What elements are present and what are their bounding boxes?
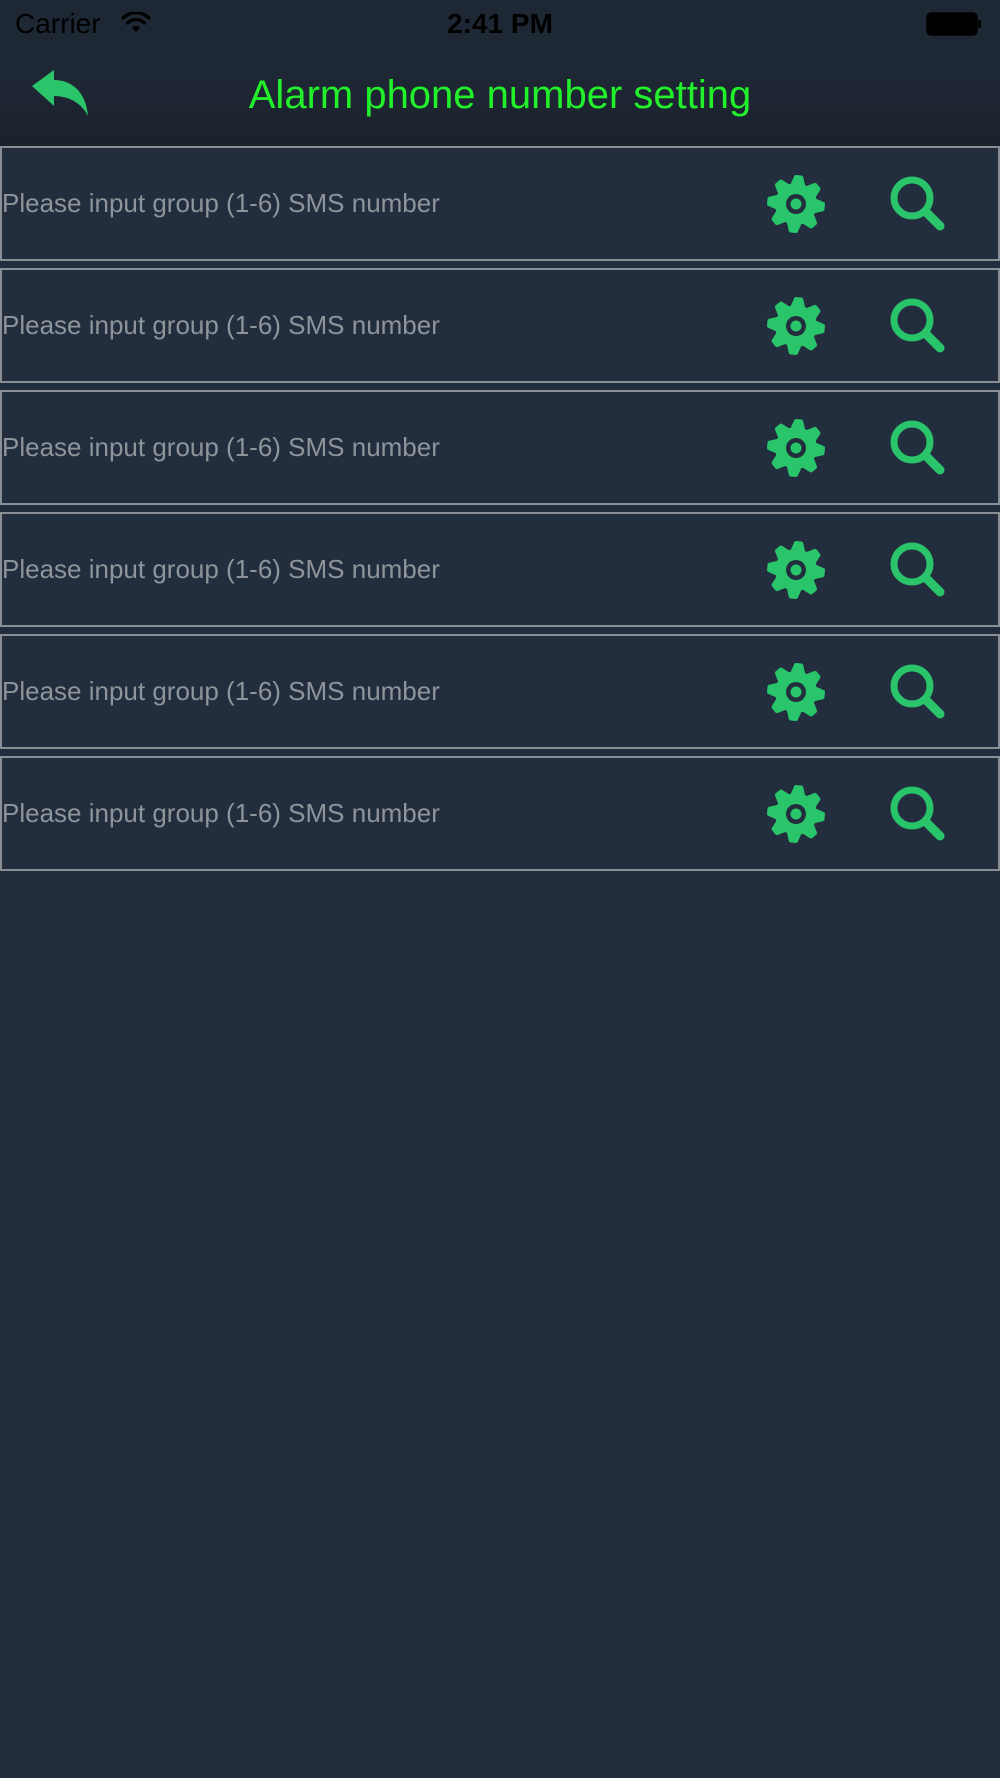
sms-number-row [0,512,1000,627]
battery-icon [926,12,981,36]
sms-number-input[interactable] [2,514,742,625]
sms-number-row [0,268,1000,383]
sms-number-row [0,146,1000,261]
sms-number-input[interactable] [2,270,742,381]
set-button[interactable] [764,172,828,236]
query-button[interactable] [886,172,950,236]
status-bar: Carrier 2:41 PM [0,0,1000,50]
set-button[interactable] [764,660,828,724]
status-time: 2:41 PM [447,8,553,39]
search-icon [890,420,945,475]
set-button[interactable] [764,538,828,602]
navigation-bar: Alarm phone number setting [0,50,1000,146]
gear-icon [767,175,825,233]
gear-icon [767,297,825,355]
query-button[interactable] [886,538,950,602]
search-icon [890,542,945,597]
gear-icon [767,419,825,477]
sms-number-input[interactable] [2,392,742,503]
search-icon [890,298,945,353]
set-button[interactable] [764,782,828,846]
search-icon [890,664,945,719]
sms-number-input[interactable] [2,636,742,747]
gear-icon [767,663,825,721]
sms-number-list [0,146,1000,878]
search-icon [890,786,945,841]
query-button[interactable] [886,660,950,724]
sms-number-row [0,390,1000,505]
page-title: Alarm phone number setting [248,73,752,117]
query-button[interactable] [886,782,950,846]
gear-icon [767,541,825,599]
sms-number-row [0,756,1000,871]
query-button[interactable] [886,294,950,358]
query-button[interactable] [886,416,950,480]
sms-number-input[interactable] [2,148,742,259]
sms-number-input[interactable] [2,758,742,869]
gear-icon [767,785,825,843]
sms-number-row [0,634,1000,749]
set-button[interactable] [764,294,828,358]
search-icon [890,176,945,231]
set-button[interactable] [764,416,828,480]
